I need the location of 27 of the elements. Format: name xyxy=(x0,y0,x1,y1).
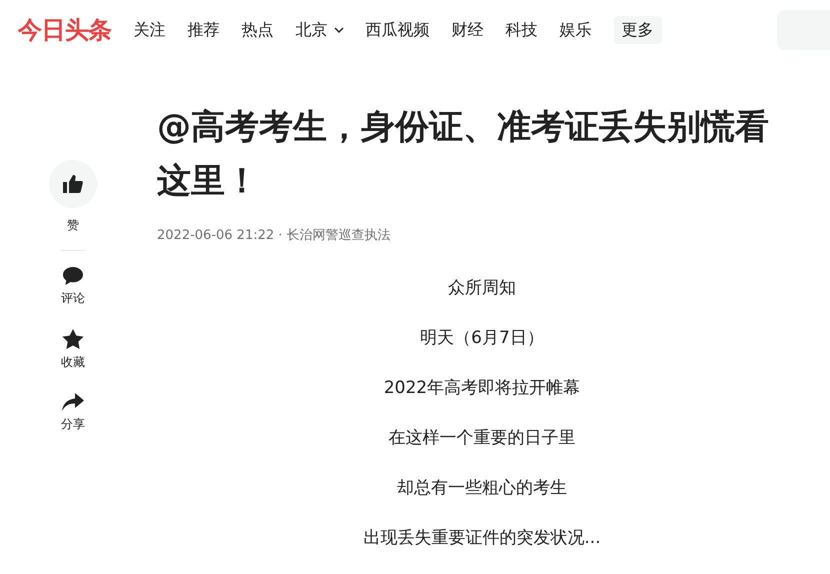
paragraph: 出现丢失重要证件的突发状况... xyxy=(363,526,601,550)
nav-link[interactable]: 财经 xyxy=(452,18,484,42)
nav-link[interactable]: 热点 xyxy=(242,18,274,42)
speech-bubble-icon xyxy=(63,267,83,285)
nav-link[interactable]: 科技 xyxy=(506,18,538,42)
nav-link[interactable]: 推荐 xyxy=(188,18,220,42)
article-meta: 2022-06-06 21:22 · 长治网警巡查执法 xyxy=(157,227,392,245)
star-icon xyxy=(62,329,84,349)
nav-link[interactable]: 西瓜视频 xyxy=(366,18,430,42)
share-arrow-icon xyxy=(62,393,84,411)
favorite-button[interactable]: 收藏 xyxy=(61,329,85,371)
nav-link[interactable]: 关注 xyxy=(134,18,166,42)
chevron-down-icon xyxy=(334,27,344,33)
article-title: @高考考生，身份证、准考证丢失别慌看这里！ xyxy=(157,106,770,203)
paragraph: 却总有一些粗心的考生 xyxy=(397,476,567,500)
like-button[interactable]: 赞 xyxy=(49,160,97,234)
comment-button[interactable]: 评论 xyxy=(61,267,85,307)
paragraph: 2022年高考即将拉开帷幕 xyxy=(384,376,580,400)
thumbs-up-icon xyxy=(63,175,83,193)
city-dropdown[interactable]: 北京 xyxy=(296,18,344,42)
paragraph: 明天（6月7日） xyxy=(420,326,544,350)
share-button[interactable]: 分享 xyxy=(61,393,85,433)
paragraph: 众所周知 xyxy=(448,276,516,300)
paragraph: 在这样一个重要的日子里 xyxy=(388,426,576,450)
more-button[interactable]: 更多 xyxy=(614,16,662,44)
nav-link[interactable]: 娱乐 xyxy=(560,18,592,42)
logo[interactable]: 今日头条 xyxy=(18,12,112,48)
